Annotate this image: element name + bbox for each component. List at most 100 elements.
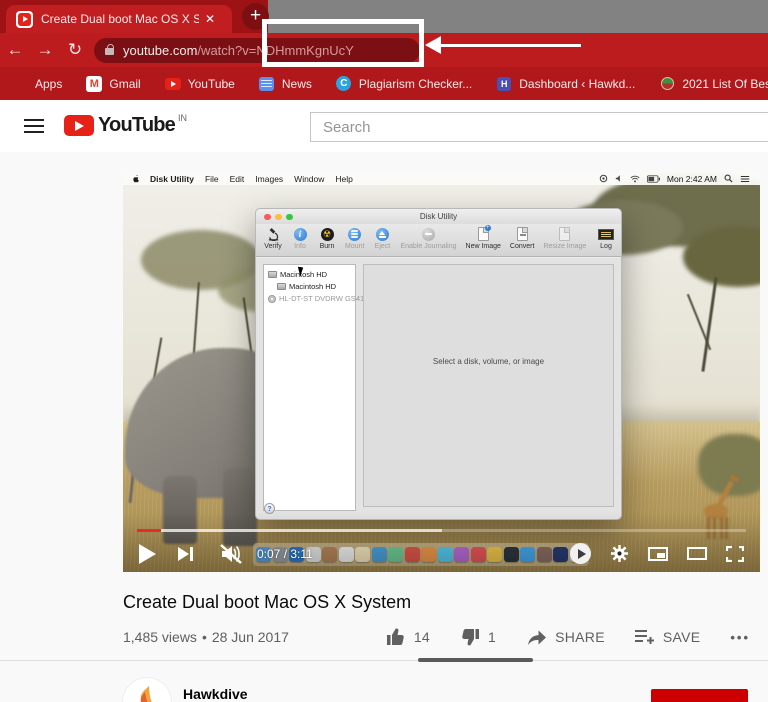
mac-menu-item: File (205, 174, 219, 184)
tool-mount: Mount (345, 226, 364, 250)
share-label: SHARE (555, 629, 605, 645)
browser-tab[interactable]: Create Dual boot Mac OS X Syste ✕ (6, 5, 232, 33)
channel-row: Hawkdive SUBSCRIBE (123, 676, 750, 702)
disk-list-item: Macintosh HD (264, 270, 355, 279)
thumbs-up-icon (386, 627, 406, 647)
bookmark-label: Apps (35, 77, 62, 91)
mac-menu-item: Images (255, 174, 283, 184)
tool-new-image: + New Image (466, 226, 501, 250)
time-display: 0:07 / 3:11 (257, 547, 313, 561)
mac-clock: Mon 2:42 AM (667, 174, 717, 184)
mac-menu-bar: Disk Utility File Edit Images Window Hel… (123, 172, 760, 185)
window-title: Disk Utility (420, 212, 457, 221)
disk-list-item: Macintosh HD (264, 282, 355, 291)
bookmark-label: News (282, 77, 312, 91)
dislike-button[interactable]: 1 (460, 627, 496, 647)
tool-info: i Info (291, 226, 309, 250)
new-image-icon: + (478, 226, 489, 242)
traffic-lights (264, 214, 293, 221)
search-input[interactable] (311, 113, 768, 141)
volume-muted-icon[interactable] (219, 543, 243, 565)
mount-icon (348, 226, 361, 242)
playlist-add-icon (635, 629, 655, 645)
video-title: Create Dual boot Mac OS X System (123, 592, 411, 613)
disk-utility-content: Macintosh HD Macintosh HD HL-DT-ST DVDRW… (256, 258, 621, 519)
bookmark-plagiarism-checker[interactable]: C Plagiarism Checker... (336, 76, 472, 92)
youtube-region-label: IN (178, 113, 187, 123)
bookmark-dashboard-hawkdive[interactable]: H Dashboard ‹ Hawkd... (496, 76, 635, 92)
theater-mode-icon[interactable] (687, 547, 707, 560)
disk-utility-toolbar: Verify i Info ☢ Burn Mount Eject Enable … (256, 224, 621, 257)
mac-menu-item: Disk Utility (150, 174, 194, 184)
miniplayer-icon[interactable] (648, 547, 668, 561)
disk-utility-window: Disk Utility Verify i Info ☢ Burn Mount … (255, 208, 622, 520)
bookmark-youtube[interactable]: YouTube (165, 76, 235, 92)
share-arrow-icon (526, 628, 547, 646)
forward-icon[interactable]: → (30, 40, 60, 60)
youtube-play-icon (64, 115, 94, 136)
gmail-icon: M (86, 76, 102, 92)
share-button[interactable]: SHARE (526, 628, 605, 646)
convert-icon (517, 226, 528, 242)
zoom-window-icon (286, 214, 293, 221)
bookmark-2021-list[interactable]: 2021 List Of Best G... (659, 76, 768, 92)
mac-menu-item: Help (335, 174, 352, 184)
channel-avatar[interactable] (123, 678, 171, 702)
player-controls: 0:07 / 3:11 (123, 535, 760, 572)
volume-menu-icon (615, 174, 623, 183)
spotlight-search-icon (724, 174, 733, 183)
played-bar (137, 529, 161, 532)
save-button[interactable]: SAVE (635, 629, 701, 645)
youtube-logo[interactable]: YouTube IN (64, 113, 187, 137)
bookmark-gmail[interactable]: M Gmail (86, 76, 140, 92)
enable-journaling-icon (422, 226, 435, 242)
lock-icon (105, 48, 114, 55)
hamburger-menu-icon[interactable] (24, 119, 44, 133)
mac-menu-item: Window (294, 174, 324, 184)
optical-drive-icon (268, 295, 276, 303)
battery-icon (647, 175, 660, 183)
bookmark-news[interactable]: News (259, 76, 312, 92)
channel-name[interactable]: Hawkdive (183, 686, 248, 702)
subscribe-button[interactable]: SUBSCRIBE (651, 689, 748, 702)
autoplay-toggle[interactable] (570, 543, 591, 564)
bookmark-apps[interactable]: Apps (12, 76, 62, 92)
tool-burn: ☢ Burn (318, 226, 336, 250)
divider (0, 660, 768, 661)
tab-close-icon[interactable]: ✕ (205, 12, 215, 26)
tool-verify: Verify (264, 226, 282, 250)
horizontal-scrollbar-thumb[interactable] (418, 658, 533, 662)
like-button[interactable]: 14 (386, 627, 430, 647)
back-icon[interactable]: ← (0, 40, 30, 60)
eject-icon (376, 226, 389, 242)
resize-image-icon (559, 226, 570, 242)
apple-icon (132, 174, 140, 183)
more-actions-button[interactable]: ••• (730, 630, 750, 645)
disk-icon (268, 271, 277, 278)
settings-gear-icon[interactable] (610, 544, 629, 563)
log-icon (598, 226, 614, 242)
tool-resize-image: Resize Image (543, 226, 586, 250)
disk-list-item: HL-DT-ST DVDRW GS41N (264, 294, 355, 303)
display-icon (599, 174, 608, 183)
info-icon: i (294, 226, 307, 242)
video-player[interactable]: Disk Utility File Edit Images Window Hel… (123, 172, 760, 572)
video-meta-row: 1,485 views • 28 Jun 2017 14 1 SHARE SAV… (123, 622, 750, 652)
fullscreen-icon[interactable] (726, 546, 744, 562)
next-button[interactable] (178, 547, 193, 561)
tool-eject: Eject (373, 226, 391, 250)
dislike-count: 1 (488, 629, 496, 645)
disk-utility-titlebar: Disk Utility (256, 209, 621, 224)
burn-icon: ☢ (321, 226, 334, 242)
bookmark-label: 2021 List Of Best G... (682, 77, 768, 91)
mac-menu-item: Edit (230, 174, 245, 184)
url-path: /watch?v (197, 43, 248, 58)
reload-icon[interactable]: ↻ (60, 40, 90, 60)
notification-center-icon (740, 175, 750, 183)
play-button[interactable] (139, 544, 156, 564)
apps-grid-icon (12, 76, 28, 92)
disk-icon (277, 283, 286, 290)
progress-bar[interactable] (137, 529, 746, 532)
tab-title: Create Dual boot Mac OS X Syste (41, 12, 199, 26)
tool-enable-journaling: Enable Journaling (400, 226, 456, 250)
